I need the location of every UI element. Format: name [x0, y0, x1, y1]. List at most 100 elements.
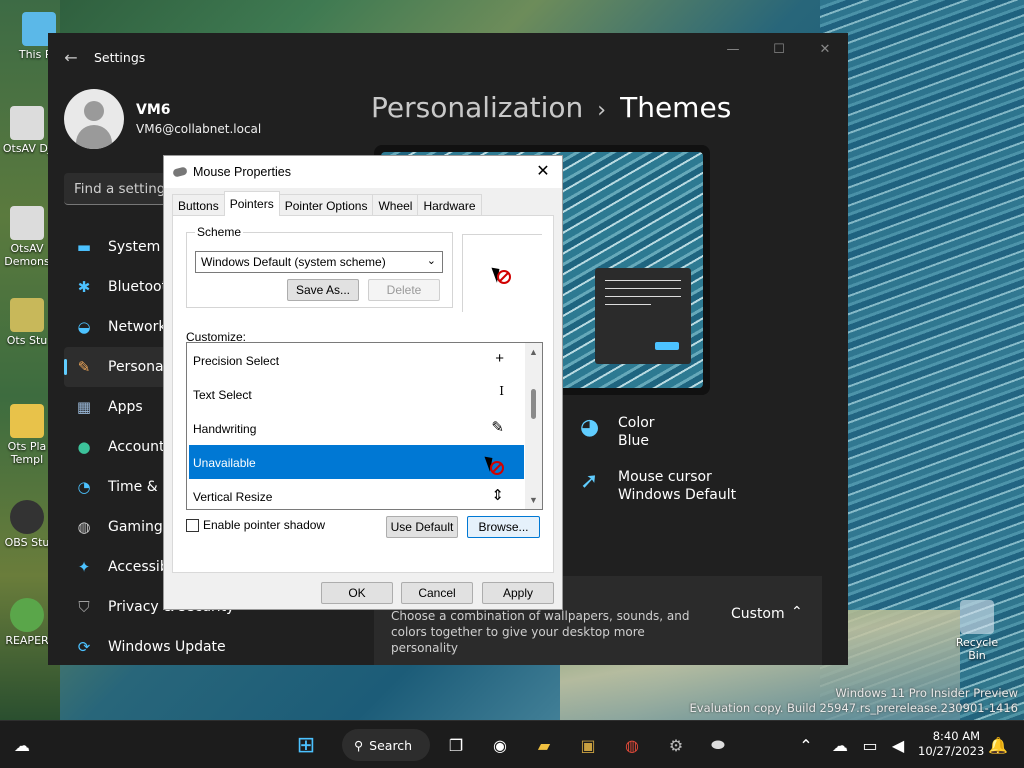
apps-icon: ▦: [76, 398, 92, 416]
checkbox-box[interactable]: [186, 518, 199, 532]
list-item[interactable]: Handwriting ✎: [189, 411, 524, 445]
person-icon: ●: [77, 438, 91, 456]
scroll-down-icon[interactable]: ▼: [529, 495, 538, 505]
folder-icon: [10, 404, 44, 438]
desktop-icon-ots-playlist[interactable]: Ots Pla Templ: [0, 404, 54, 466]
recycle-bin-icon: [960, 600, 994, 634]
list-item[interactable]: Precision Select +: [189, 343, 524, 377]
theme-value: Custom: [731, 606, 785, 622]
browse-button[interactable]: Browse...: [467, 516, 540, 538]
os-watermark: Windows 11 Pro Insider Preview Evaluatio…: [689, 686, 1018, 715]
desktop-icon-otsav-demo[interactable]: OtsAV Demons: [0, 206, 54, 268]
network-icon[interactable]: ▭: [858, 733, 882, 757]
ok-button[interactable]: OK: [321, 582, 393, 604]
taskbar-clock[interactable]: 8:40 AM 10/27/2023: [918, 729, 984, 759]
mouse-cursor-option[interactable]: ➚ Mouse cursor Windows Default: [580, 469, 736, 503]
tab-pointer-options[interactable]: Pointer Options: [278, 194, 374, 216]
unavailable-icon: [484, 454, 504, 475]
delete-button[interactable]: Delete: [368, 279, 440, 301]
cursor-preview: [462, 234, 542, 312]
app-taskbar-icon[interactable]: ▣: [576, 733, 600, 757]
breadcrumb-parent[interactable]: Personalization: [371, 91, 583, 124]
list-item-selected[interactable]: Unavailable: [189, 445, 524, 479]
reaper-icon: [10, 598, 44, 632]
back-arrow-icon[interactable]: ←: [48, 48, 94, 67]
breadcrumb: Personalization › Themes: [371, 91, 731, 124]
desktop-icon-ots-studio[interactable]: Ots Stu: [0, 298, 54, 347]
scheme-label: Scheme: [195, 225, 244, 239]
brush-icon: ✎: [77, 358, 91, 376]
start-icon[interactable]: ⊞: [294, 733, 318, 758]
cancel-button[interactable]: Cancel: [401, 582, 473, 604]
wifi-icon: ◒: [77, 318, 91, 336]
pointer-shadow-checkbox[interactable]: Enable pointer shadow: [186, 518, 325, 532]
cursor-icon: ➚: [580, 469, 599, 494]
clock-icon: ◔: [77, 478, 91, 496]
scroll-thumb[interactable]: [531, 389, 536, 419]
settings-titlebar: ← Settings — ☐ ✕: [48, 33, 848, 81]
tab-buttons[interactable]: Buttons: [172, 194, 225, 216]
user-profile[interactable]: VM6 VM6@collabnet.local: [64, 89, 261, 149]
ibeam-icon: I: [499, 384, 504, 398]
nav-item-windows-update[interactable]: ⟳ Windows Update: [64, 627, 334, 665]
pointers-panel: Scheme Windows Default (system scheme) ⌄ …: [172, 215, 554, 573]
close-icon[interactable]: ✕: [802, 33, 848, 65]
search-icon: ⚲: [354, 737, 364, 753]
scroll-up-icon[interactable]: ▲: [529, 347, 538, 357]
settings-taskbar-icon[interactable]: ⚙: [664, 733, 688, 757]
file-explorer-icon[interactable]: ▰: [532, 733, 556, 757]
vertical-resize-icon: ⇕: [491, 487, 504, 504]
avatar: [64, 89, 124, 149]
desktop-icon-recycle-bin[interactable]: Recycle Bin: [946, 600, 1008, 662]
cursor-list[interactable]: Precision Select + Text Select I Handwriti…: [186, 342, 543, 510]
dialog-title: Mouse Properties: [193, 165, 291, 179]
color-option[interactable]: ◕ Color Blue: [580, 415, 655, 449]
monitor-icon: ▬: [76, 238, 92, 256]
apply-button[interactable]: Apply: [482, 582, 554, 604]
bluetooth-icon: ✱: [77, 278, 91, 296]
desktop-icon-reaper[interactable]: REAPER: [0, 598, 54, 647]
pen-icon: ✎: [491, 419, 504, 436]
otsav-icon: [10, 206, 44, 240]
chrome-icon[interactable]: ◍: [620, 733, 644, 757]
user-email: VM6@collabnet.local: [136, 122, 262, 136]
minimize-icon[interactable]: —: [710, 33, 756, 65]
tab-wheel[interactable]: Wheel: [372, 194, 419, 216]
palette-icon: ◕: [580, 415, 600, 440]
preview-mini-window: [595, 268, 691, 364]
chevron-up-icon[interactable]: ⌃: [794, 733, 818, 757]
desktop-icon-obs[interactable]: OBS Stu: [0, 500, 54, 549]
taskbar-search[interactable]: ⚲ Search: [342, 729, 430, 761]
mouse-icon: [172, 166, 188, 178]
maximize-icon[interactable]: ☐: [756, 33, 802, 65]
shield-icon: ⛉: [78, 598, 90, 616]
save-as-button[interactable]: Save As...: [287, 279, 359, 301]
close-icon[interactable]: ✕: [532, 161, 554, 181]
mouse-taskbar-icon[interactable]: ⬬: [706, 733, 730, 757]
update-icon: ⟳: [77, 638, 91, 656]
page-title: Themes: [620, 91, 732, 124]
desktop-icon-otsav-dj[interactable]: OtsAV DJ: [0, 106, 54, 155]
task-view-icon[interactable]: ❐: [444, 733, 468, 757]
chevron-up-icon[interactable]: ⌃: [791, 604, 803, 620]
use-default-button[interactable]: Use Default: [386, 516, 458, 538]
volume-icon[interactable]: ◀: [886, 733, 910, 757]
tab-pointers[interactable]: Pointers: [223, 191, 280, 216]
mouse-properties-dialog: Mouse Properties ✕ Buttons Pointers Poin…: [163, 155, 563, 610]
weather-icon[interactable]: ☁: [10, 733, 34, 757]
gamepad-icon: ◍: [77, 518, 91, 536]
list-item[interactable]: Vertical Resize ⇕: [189, 479, 524, 509]
list-scrollbar[interactable]: ▲ ▼: [525, 343, 542, 509]
user-name: VM6: [136, 102, 171, 118]
crosshair-icon: +: [495, 350, 504, 367]
tab-hardware[interactable]: Hardware: [417, 194, 482, 216]
scheme-select[interactable]: Windows Default (system scheme) ⌄: [195, 251, 443, 273]
obs-taskbar-icon[interactable]: ◉: [488, 733, 512, 757]
list-item[interactable]: Text Select I: [189, 377, 524, 411]
unavailable-icon: [497, 269, 511, 284]
chevron-down-icon: ⌄: [426, 255, 436, 267]
dialog-titlebar: Mouse Properties ✕: [164, 156, 562, 188]
notification-bell-icon[interactable]: 🔔: [986, 733, 1010, 757]
theme-description: Choose a combination of wallpapers, soun…: [391, 609, 690, 655]
cloud-icon[interactable]: ☁: [828, 733, 852, 757]
